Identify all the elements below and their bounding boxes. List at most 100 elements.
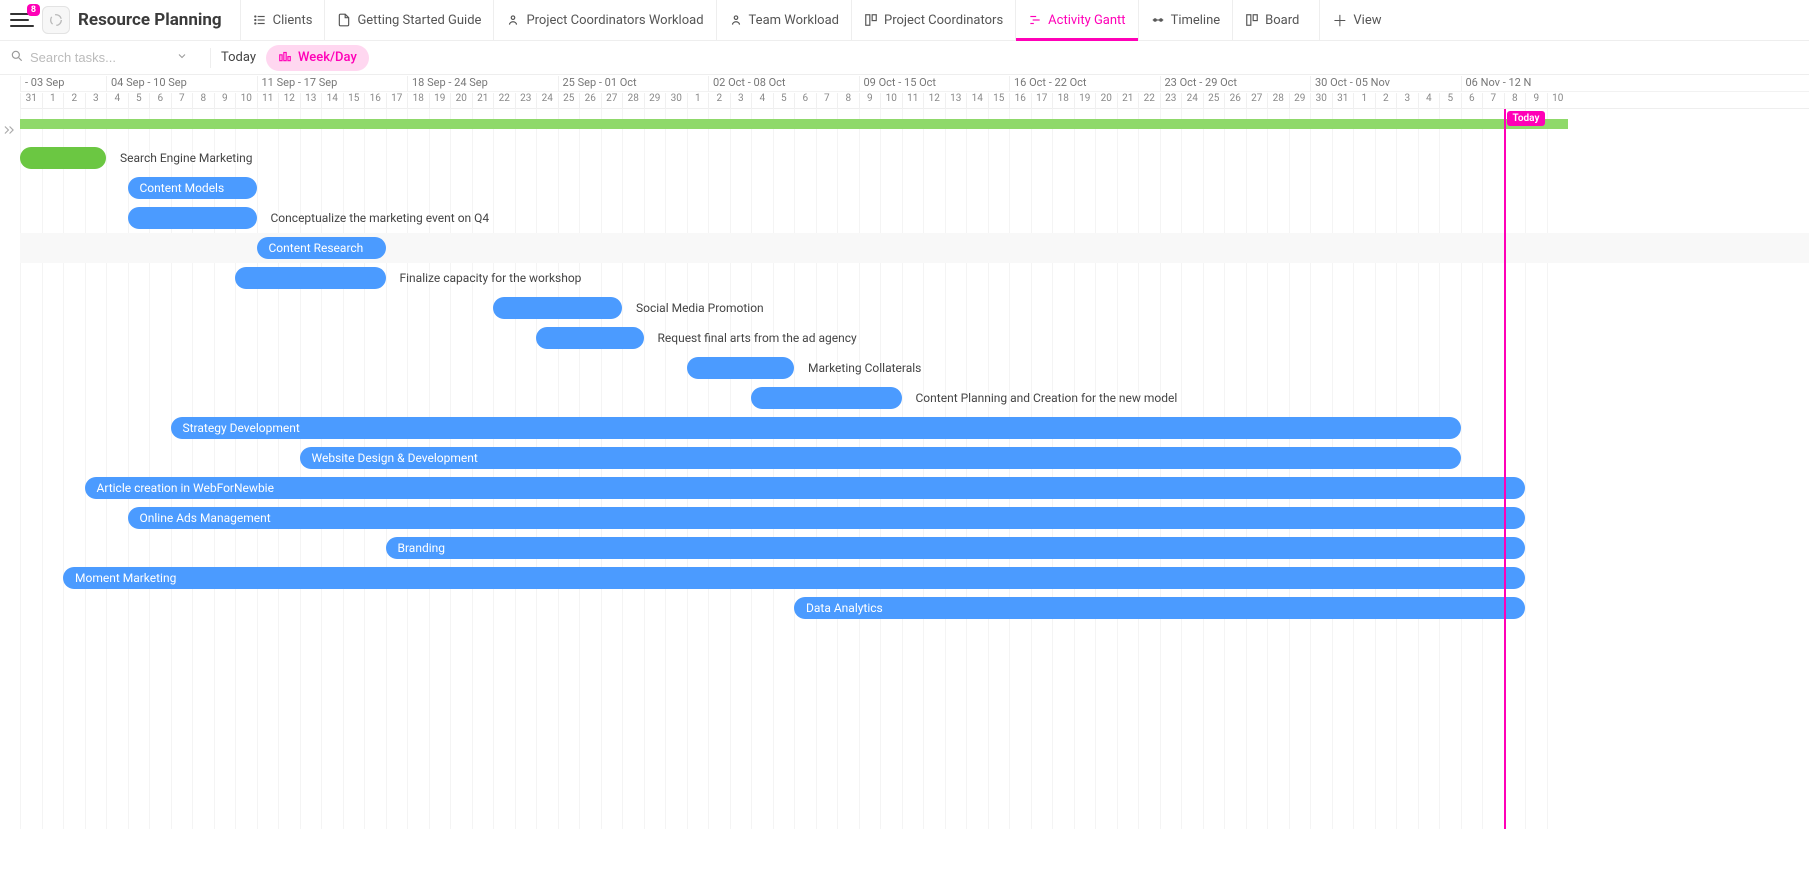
gantt-bar[interactable]: Content Models [128, 177, 257, 199]
gantt-bar[interactable]: Moment Marketing [63, 567, 1525, 589]
day-label: 4 [751, 93, 773, 109]
search-dropdown-button[interactable] [176, 50, 188, 66]
gantt-bar-label: Search Engine Marketing [120, 151, 253, 165]
view-tabs: ClientsGetting Started GuideProject Coor… [240, 0, 1312, 40]
day-label: 1 [687, 93, 709, 109]
day-label: 1 [1353, 93, 1375, 109]
timeline-icon [1151, 13, 1165, 27]
workload-icon [506, 13, 520, 27]
tab-clients[interactable]: Clients [240, 0, 325, 40]
board-icon [864, 13, 878, 27]
day-label: 20 [450, 93, 472, 109]
tab-board[interactable]: Board [1232, 0, 1311, 40]
day-label: 5 [1439, 93, 1461, 109]
gantt-bar[interactable]: Online Ads Management [128, 507, 1526, 529]
workspace-title: Resource Planning [78, 10, 222, 30]
week-label: 23 Oct - 29 Oct [1160, 76, 1238, 92]
gantt-bar[interactable]: Strategy Development [171, 417, 1461, 439]
gantt-bar[interactable]: Data Analytics [794, 597, 1525, 619]
week-label: 30 Oct - 05 Nov [1310, 76, 1390, 92]
tab-label: Team Workload [749, 13, 839, 28]
gantt-bar[interactable] [20, 119, 1568, 129]
tab-label: Board [1265, 13, 1299, 28]
gantt-bar[interactable] [536, 327, 644, 349]
gantt-bar[interactable] [20, 147, 106, 169]
zoom-level-button[interactable]: Week/Day [266, 45, 369, 71]
menu-button[interactable]: 8 [10, 8, 34, 32]
day-label: 14 [321, 93, 343, 109]
day-label: 10 [1547, 93, 1569, 109]
day-label: 24 [536, 93, 558, 109]
notification-badge: 8 [27, 4, 40, 16]
plus-icon: ＋ [1332, 10, 1347, 31]
day-label: 14 [966, 93, 988, 109]
today-button[interactable]: Today [221, 50, 256, 65]
tab-coordinators[interactable]: Project Coordinators [851, 0, 1015, 40]
day-label: 7 [171, 93, 193, 109]
day-label: 6 [794, 93, 816, 109]
gantt-bar[interactable]: Content Research [257, 237, 386, 259]
gantt-bar[interactable]: Article creation in WebForNewbie [85, 477, 1526, 499]
day-label: 29 [644, 93, 666, 109]
day-label: 8 [837, 93, 859, 109]
gantt-bar[interactable] [493, 297, 622, 319]
gantt-bar[interactable]: Website Design & Development [300, 447, 1461, 469]
gantt-bar[interactable] [128, 207, 257, 229]
add-view-button[interactable]: ＋ View [1319, 0, 1393, 40]
day-label: 28 [1267, 93, 1289, 109]
day-label: 26 [1224, 93, 1246, 109]
day-label: 15 [988, 93, 1010, 109]
week-label: 02 Oct - 08 Oct [708, 76, 786, 92]
gantt-bar[interactable]: Branding [386, 537, 1526, 559]
gantt-bar-label: Marketing Collaterals [808, 361, 921, 375]
zoom-icon [278, 49, 292, 67]
tab-label: Activity Gantt [1048, 13, 1125, 28]
gantt-bar-label: Content Planning and Creation for the ne… [916, 391, 1178, 405]
day-label: 8 [192, 93, 214, 109]
gantt-bar[interactable] [235, 267, 386, 289]
day-label: 21 [472, 93, 494, 109]
today-label: Today [1507, 111, 1546, 126]
day-label: 23 [1160, 93, 1182, 109]
day-label: 4 [1418, 93, 1440, 109]
day-label: 30 [665, 93, 687, 109]
day-label: 2 [1375, 93, 1397, 109]
add-view-label: View [1353, 13, 1381, 28]
day-label: 31 [1332, 93, 1354, 109]
tab-timeline[interactable]: Timeline [1138, 0, 1233, 40]
day-label: 9 [214, 93, 236, 109]
gantt-bar[interactable] [687, 357, 795, 379]
search-wrap [10, 49, 200, 67]
board-icon [1245, 13, 1259, 27]
day-label: 13 [945, 93, 967, 109]
tab-activity-gantt[interactable]: Activity Gantt [1015, 0, 1137, 40]
tab-label: Project Coordinators [884, 13, 1003, 28]
day-label: 12 [278, 93, 300, 109]
day-label: 28 [622, 93, 644, 109]
gantt-body[interactable]: Search Engine Marketing Content Models Con… [20, 109, 1809, 829]
day-label: 9 [1525, 93, 1547, 109]
day-label: 17 [1031, 93, 1053, 109]
day-label: 2 [63, 93, 85, 109]
day-label: 27 [601, 93, 623, 109]
week-label: 11 Sep - 17 Sep [257, 76, 338, 92]
search-input[interactable] [30, 50, 170, 65]
day-label: 4 [106, 93, 128, 109]
tab-getting-started[interactable]: Getting Started Guide [324, 0, 493, 40]
day-label: 30 [1310, 93, 1332, 109]
day-label: 26 [579, 93, 601, 109]
day-label: 20 [1095, 93, 1117, 109]
day-label: 1 [42, 93, 64, 109]
gantt-toolbar: Today Week/Day [0, 41, 1809, 75]
date-header: - 03 Sep04 Sep - 10 Sep11 Sep - 17 Sep18… [20, 75, 1809, 109]
day-label: 18 [1052, 93, 1074, 109]
tab-team-workload[interactable]: Team Workload [716, 0, 851, 40]
day-label: 11 [902, 93, 924, 109]
collapse-sidebar-button[interactable] [2, 123, 16, 141]
week-label: 06 Nov - 12 N [1461, 76, 1532, 92]
day-label: 16 [364, 93, 386, 109]
tab-coord-workload[interactable]: Project Coordinators Workload [493, 0, 715, 40]
gantt-bar[interactable] [751, 387, 902, 409]
day-label: 3 [1396, 93, 1418, 109]
day-label: 19 [429, 93, 451, 109]
